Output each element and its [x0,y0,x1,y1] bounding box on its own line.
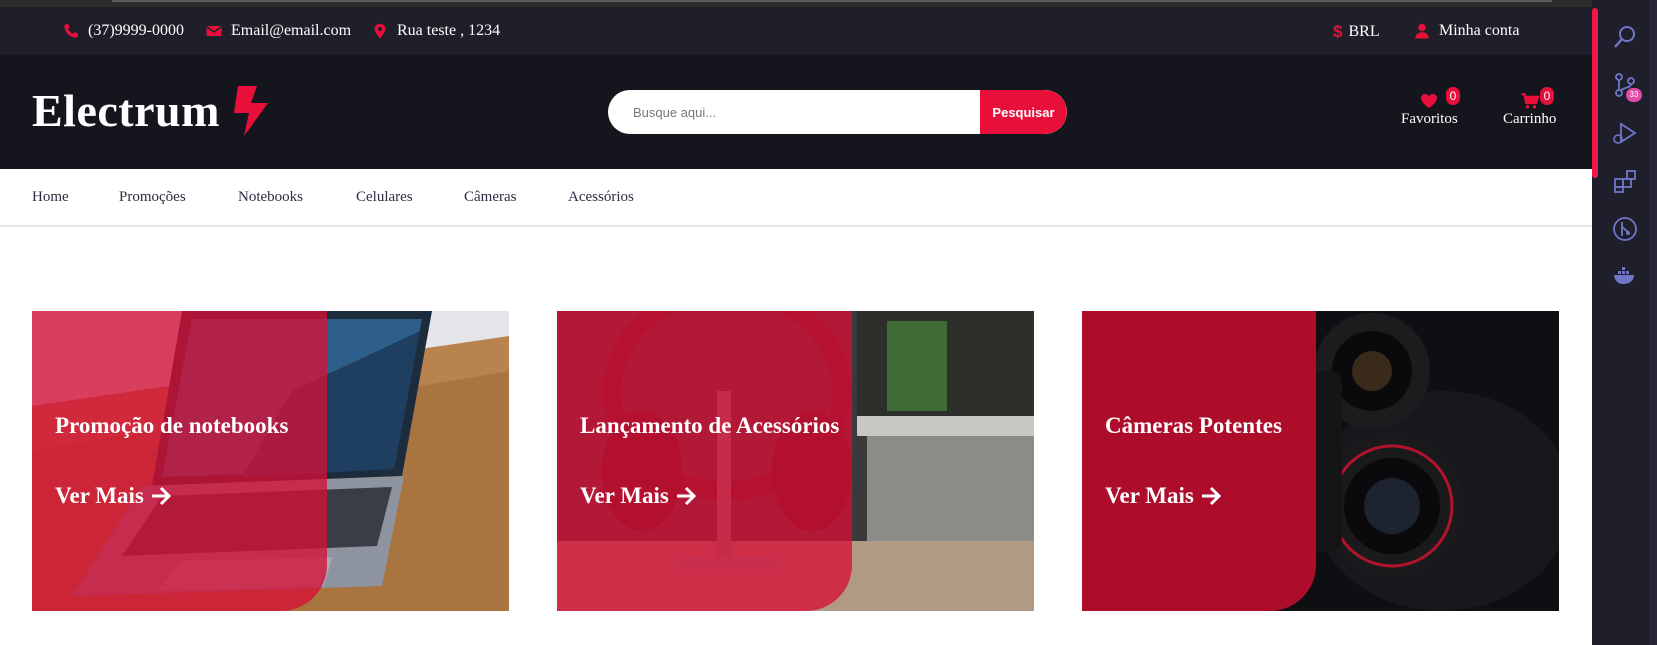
dollar-icon: $ [1333,22,1343,41]
ver-mais-text: Ver Mais [55,483,144,508]
address-text: Rua teste , 1234 [397,22,501,39]
banner-overlay [32,311,327,611]
cart-button[interactable]: 0 Carrinho [1503,87,1557,128]
git-graph-icon[interactable] [1612,216,1638,242]
logo[interactable]: Electrum [32,85,270,137]
email-link[interactable]: Email@email.com [206,22,351,40]
map-marker-icon [374,23,386,39]
currency-selector[interactable]: $ BRL [1333,22,1380,42]
ver-mais-text: Ver Mais [1105,483,1194,508]
ver-mais-text: Ver Mais [580,483,669,508]
nav-item-home[interactable]: Home [32,189,69,206]
source-control-badge: 33 [1626,88,1642,102]
user-icon [1415,23,1429,39]
phone-text: (37)9999-0000 [88,22,184,39]
search-bar: Pesquisar [608,90,1067,134]
cart-label: Carrinho [1503,111,1557,127]
favorites-button[interactable]: 0 Favoritos [1401,87,1460,128]
arrow-right-icon [676,486,696,506]
account-text: Minha conta [1439,22,1520,39]
ver-mais-link[interactable]: Ver Mais [1105,483,1222,509]
heart-icon [1421,94,1438,108]
banner-title: Promoção de notebooks [55,413,289,438]
envelope-icon [206,26,222,36]
editor-scrollbar[interactable] [1649,0,1657,645]
banner-notebooks[interactable]: Promoção de notebooks Ver Mais [32,311,509,611]
logo-text: Electrum [32,85,220,136]
shopping-cart-icon [1521,93,1539,109]
search-input[interactable] [608,90,980,134]
phone-icon [64,24,78,38]
nav-item-notebooks[interactable]: Notebooks [238,189,303,206]
tab-strip [112,0,1552,2]
editor-activity-bar: 33 [1592,0,1657,645]
docker-icon[interactable] [1612,262,1638,288]
nav-item-promocoes[interactable]: Promoções [119,189,186,206]
banner-cameras[interactable]: Câmeras Potentes Ver Mais [1082,311,1559,611]
window-chrome [0,0,1592,7]
nav-item-celulares[interactable]: Celulares [356,189,413,206]
banner-title: Câmeras Potentes [1105,413,1282,438]
scrollbar-indicator[interactable] [1592,8,1598,178]
main-header: Electrum Pesquisar 0 Favoritos 0 Carrinh… [0,55,1592,169]
search-button[interactable]: Pesquisar [980,90,1067,134]
lightning-bolt-icon [233,86,268,136]
banner-overlay [557,311,852,611]
extensions-icon[interactable] [1612,168,1638,194]
run-debug-icon[interactable] [1612,120,1638,146]
top-info-bar: (37)9999-0000 Email@email.com Rua teste … [0,7,1592,55]
cart-count-badge: 0 [1540,87,1554,105]
nav-item-acessorios[interactable]: Acessórios [568,189,634,206]
favorites-count-badge: 0 [1446,87,1460,105]
address-link[interactable]: Rua teste , 1234 [372,22,500,40]
arrow-right-icon [1201,486,1221,506]
favorites-label: Favoritos [1401,111,1458,127]
ver-mais-link[interactable]: Ver Mais [55,483,172,509]
account-link[interactable]: Minha conta [1414,22,1519,40]
email-text: Email@email.com [231,22,352,39]
search-icon[interactable] [1612,24,1638,50]
phone-link[interactable]: (37)9999-0000 [63,22,184,40]
banner-acessorios[interactable]: Lançamento de Acessórios Ver Mais [557,311,1034,611]
banner-overlay [1082,311,1316,611]
nav-item-cameras[interactable]: Câmeras [464,189,516,206]
banner-title: Lançamento de Acessórios [580,413,840,438]
main-navigation: Home Promoções Notebooks Celulares Câmer… [0,169,1592,227]
currency-text: BRL [1348,23,1380,40]
website: (37)9999-0000 Email@email.com Rua teste … [0,7,1592,645]
arrow-right-icon [151,486,171,506]
ver-mais-link[interactable]: Ver Mais [580,483,697,509]
